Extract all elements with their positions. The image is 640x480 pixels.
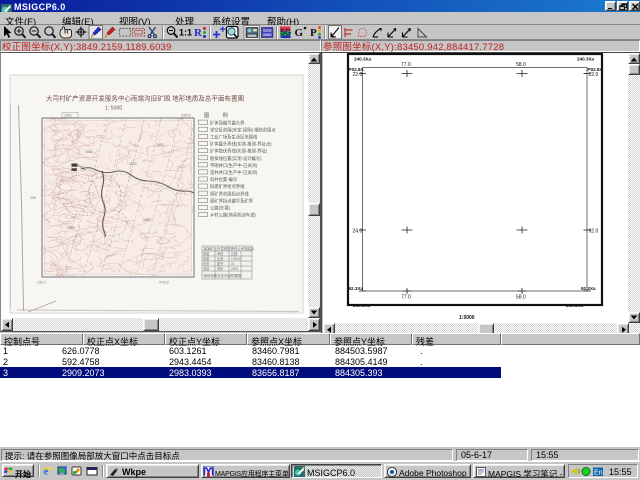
svg-text:审核: 审核 xyxy=(217,251,224,256)
svg-text:240.3Xa: 240.3Xa xyxy=(354,57,372,62)
svg-text:240.3Xa: 240.3Xa xyxy=(353,303,371,308)
svg-text:5G: 5G xyxy=(281,28,292,37)
svg-text:图 例: 图 例 xyxy=(204,111,234,119)
svg-text:77.0: 77.0 xyxy=(401,295,411,301)
svg-text:矿体隐伏界线(实测·推测·界址): 矿体隐伏界线(实测·推测·界址) xyxy=(210,148,268,155)
svg-text:矿体及编号露头界: 矿体及编号露头界 xyxy=(210,119,245,126)
svg-text:01: 01 xyxy=(231,262,235,266)
svg-text:22.0: 22.0 xyxy=(353,72,363,78)
svg-text:1: 5000: 1: 5000 xyxy=(105,106,122,112)
svg-text:22.0: 22.0 xyxy=(589,72,599,78)
svg-text:240.3Xa: 240.3Xa xyxy=(566,303,584,308)
svg-text:1920: 1920 xyxy=(85,150,93,154)
svg-text:P02.8A: P02.8A xyxy=(349,67,365,72)
svg-text:2005: 2005 xyxy=(231,267,238,271)
svg-text:235.2: 235.2 xyxy=(37,281,46,285)
svg-text:92.0: 92.0 xyxy=(589,229,599,235)
svg-text:平硐井口(生产中·已关闭): 平硐井口(生产中·已关闭) xyxy=(210,162,258,169)
svg-text:92.3Xa: 92.3Xa xyxy=(349,286,364,291)
svg-text:1900: 1900 xyxy=(156,143,164,147)
svg-text:En: En xyxy=(594,470,603,477)
svg-text:1:5000: 1:5000 xyxy=(231,257,241,261)
svg-text:24.0: 24.0 xyxy=(353,229,363,235)
svg-text:图号: 图号 xyxy=(217,261,223,266)
svg-text:240.3Xa: 240.3Xa xyxy=(577,57,595,62)
svg-text:R: R xyxy=(194,27,203,39)
svg-text:乡村公路(简易机动车道): 乡村公路(简易机动车道) xyxy=(210,212,256,219)
svg-text:某某矿业开发有限责任公司测绘队: 某某矿业开发有限责任公司测绘队 xyxy=(204,246,255,251)
svg-text:1870: 1870 xyxy=(129,162,137,166)
svg-text:日期: 日期 xyxy=(231,251,237,256)
svg-text:竖井井口(生产中·已关闭): 竖井井口(生产中·已关闭) xyxy=(210,169,258,176)
svg-text:制图: 制图 xyxy=(203,251,209,256)
svg-text:勘探线位置(实测·设计编号): 勘探线位置(实测·设计编号) xyxy=(210,155,262,162)
svg-text:斜井位置·编号: 斜井位置·编号 xyxy=(210,176,237,183)
svg-text:58.0: 58.0 xyxy=(516,295,526,301)
svg-text:e: e xyxy=(44,466,49,478)
svg-text:拟建矿界拐点界线: 拟建矿界拐点界线 xyxy=(210,183,245,190)
svg-text:现矿界拐点编号及矿界: 现矿界拐点编号及矿界 xyxy=(210,197,254,204)
svg-text:1850: 1850 xyxy=(67,226,75,230)
svg-text:236: 236 xyxy=(30,196,36,200)
svg-text:原矿界范围拐点界线: 原矿界范围拐点界线 xyxy=(210,190,249,197)
svg-text:P02.8A: P02.8A xyxy=(588,67,604,72)
svg-text:58.0: 58.0 xyxy=(516,62,526,68)
svg-text:比例: 比例 xyxy=(217,256,223,261)
svg-text:23512: 23512 xyxy=(181,114,191,118)
svg-text:2351: 2351 xyxy=(64,114,72,118)
svg-text:P: P xyxy=(310,27,317,39)
svg-text:工业广场及生活区范围线: 工业广场及生活区范围线 xyxy=(210,134,258,141)
svg-text:1:1: 1:1 xyxy=(179,28,192,38)
svg-text:测量: 测量 xyxy=(203,266,210,271)
svg-text:检查: 检查 xyxy=(203,261,210,266)
svg-text:1:5000: 1:5000 xyxy=(459,315,475,321)
svg-text:92.3Xa: 92.3Xa xyxy=(581,286,596,291)
svg-text:采空区范围(未定·探明) 塌陷范围点: 采空区范围(未定·探明) 塌陷范围点 xyxy=(210,126,276,133)
svg-text:描图: 描图 xyxy=(203,256,209,261)
svg-text:公路(在建): 公路(在建) xyxy=(210,205,231,212)
svg-text:大司村矿产资源开发服务中心雨端沟旧矿围 地形地质及总平面布置: 大司村矿产资源开发服务中心雨端沟旧矿围 地形地质及总平面布置图 xyxy=(46,94,244,103)
svg-text:97012: 97012 xyxy=(159,281,169,285)
svg-text:地形地质及总平面布置图: 地形地质及总平面布置图 xyxy=(204,273,242,278)
svg-text:矿体露头界线(实测·推测·界址点): 矿体露头界线(实测·推测·界址点) xyxy=(210,141,272,148)
svg-text:1830: 1830 xyxy=(143,218,151,222)
svg-text:77.0: 77.0 xyxy=(401,62,411,68)
svg-text:G: G xyxy=(295,27,304,39)
svg-text:资料: 资料 xyxy=(217,266,224,271)
